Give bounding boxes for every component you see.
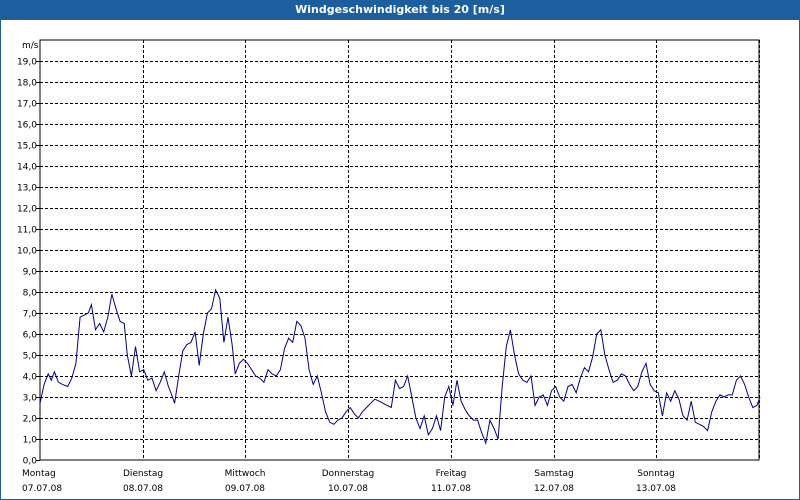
y-tick-label: 13,0 (17, 184, 37, 194)
x-tick-day-label: Mittwoch (225, 469, 266, 479)
x-tick-day-label: Samstag (534, 469, 573, 479)
y-tick-label: 7,0 (23, 310, 38, 320)
y-tick-label: 2,0 (23, 415, 38, 425)
y-tick-label: 10,0 (17, 247, 37, 257)
y-tick-label: 17,0 (17, 100, 37, 110)
y-tick-label: 5,0 (23, 352, 38, 362)
y-tick-labels: 0,0 1,0 2,0 3,0 4,0 5,0 6,0 7,0 8,0 9,0 10,0 11,0 12… (17, 58, 37, 467)
y-tick-label: 19,0 (17, 58, 37, 68)
y-tick-label: 6,0 (23, 331, 38, 341)
y-tick-label: 12,0 (17, 205, 37, 215)
y-tick-label: 0,0 (23, 457, 38, 467)
x-tick-day-label: Dienstag (123, 469, 163, 479)
x-tick-date-label: 13.07.08 (636, 484, 676, 494)
x-tick-date-label: 11.07.08 (431, 484, 471, 494)
x-tick-labels: Montag 07.07.08 Dienstag 08.07.08 Mittwoch 09… (22, 469, 676, 494)
x-tick-day-label: Freitag (436, 469, 467, 479)
x-tick-date-label: 12.07.08 (534, 484, 574, 494)
y-tick-label: 4,0 (23, 373, 38, 383)
x-tick-date-label: 08.07.08 (123, 484, 163, 494)
y-tick-label: 16,0 (17, 121, 37, 131)
y-tick-label: 15,0 (17, 142, 37, 152)
y-tick-label: 9,0 (23, 268, 38, 278)
series (39, 288, 761, 446)
x-tick-date-label: 07.07.08 (22, 484, 62, 494)
x-tick-day-label: Sonntag (637, 469, 674, 479)
grid (40, 40, 760, 460)
x-tick-day-label: Montag (22, 469, 56, 479)
wind-speed-chart: 0,0 1,0 2,0 3,0 4,0 5,0 6,0 7,0 8,0 9,0 10,0 11,0 12… (17, 39, 761, 494)
y-axis-unit-label: m/s (22, 41, 39, 51)
y-tick-label: 3,0 (23, 394, 38, 404)
x-tick-date-label: 10.07.08 (328, 484, 368, 494)
y-tick-label: 11,0 (17, 226, 37, 236)
y-tick-label: 1,0 (23, 436, 38, 446)
x-tick-date-label: 09.07.08 (225, 484, 265, 494)
y-tick-label: 18,0 (17, 79, 37, 89)
x-tick-day-label: Donnerstag (322, 469, 375, 479)
y-tick-label: 8,0 (23, 289, 38, 299)
y-tick-label: 14,0 (17, 163, 37, 173)
series-line-wind-speed (39, 288, 761, 446)
